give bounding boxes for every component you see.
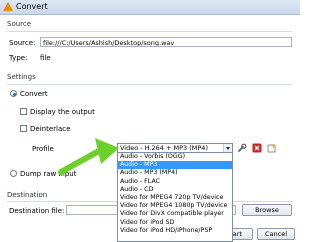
profile-label: Profile [32, 145, 54, 153]
source-label: Source: [9, 39, 36, 47]
display-output-label: Display the output [30, 108, 95, 116]
delete-icon[interactable] [251, 142, 262, 153]
cancel-button[interactable]: Cancel [257, 228, 295, 240]
settings-divider [7, 84, 292, 85]
profile-option-mpeg4-1080p[interactable]: Video for MPEG4 1080p TV/device [118, 202, 232, 210]
type-label: Type: [9, 54, 28, 62]
profile-option-ipod-sd[interactable]: Video for iPod SD [118, 219, 232, 227]
profile-select-value: Video - H.264 + MP3 (MP4) [120, 144, 208, 152]
window-title: Convert [16, 2, 48, 11]
profile-option-divx[interactable]: Video for DivX compatible player [118, 210, 232, 218]
chevron-down-icon[interactable] [223, 144, 232, 152]
source-field[interactable]: file:///C:/Users/Ashish/Desktop/song.wav [40, 37, 292, 47]
source-section-label: Source [7, 20, 32, 28]
type-value: file [40, 54, 51, 62]
browse-button[interactable]: Browse [242, 204, 292, 216]
convert-label: Convert [20, 90, 48, 98]
profile-dropdown-list: Audio - Vorbis (OGG) Audio - MP3 Audio -… [117, 152, 233, 242]
display-output-checkbox[interactable] [20, 108, 27, 115]
profile-option-cd[interactable]: Audio - CD [118, 186, 232, 194]
convert-radio[interactable] [10, 90, 17, 97]
new-profile-icon[interactable] [266, 142, 277, 153]
profile-option-flac[interactable]: Audio - FLAC [118, 178, 232, 186]
dump-raw-radio[interactable] [10, 170, 17, 177]
profile-option-vorbis-ogg[interactable]: Audio - Vorbis (OGG) [118, 153, 232, 161]
settings-section-label: Settings [7, 73, 36, 81]
wrench-icon[interactable] [236, 142, 247, 153]
profile-option-mp3[interactable]: Audio - MP3 [118, 161, 232, 170]
vlc-cone-icon [3, 2, 13, 11]
deinterlace-checkbox[interactable] [20, 125, 27, 132]
profile-option-mpeg4-720p[interactable]: Video for MPEG4 720p TV/device [118, 194, 232, 202]
profile-option-ipod-hd[interactable]: Video for iPod HD/iPhone/PSP [118, 227, 232, 235]
destination-section-label: Destination [7, 191, 48, 199]
destination-file-label: Destination file: [9, 207, 65, 215]
green-arrow-icon [58, 138, 119, 175]
source-divider [7, 31, 292, 32]
profile-option-mp3-mp4[interactable]: Audio - MP3 (MP4) [118, 169, 232, 177]
